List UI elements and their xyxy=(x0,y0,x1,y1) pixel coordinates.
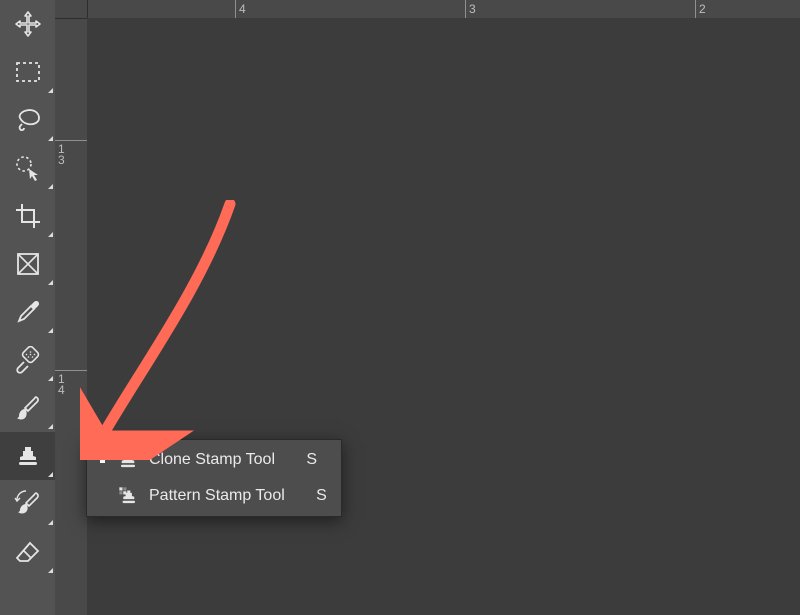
quick-selection-tool[interactable] xyxy=(0,144,56,192)
ruler-horizontal[interactable]: 4 3 2 xyxy=(55,0,800,19)
crop-tool[interactable] xyxy=(0,192,56,240)
eraser-tool[interactable] xyxy=(0,528,56,576)
clone-stamp-icon xyxy=(115,449,141,471)
flyout-item-label: Clone Stamp Tool xyxy=(149,451,275,469)
ruler-h-label: 3 xyxy=(469,2,476,16)
clone-stamp-tool[interactable] xyxy=(0,432,56,480)
ruler-vertical[interactable]: 13 14 xyxy=(55,0,88,615)
frame-tool[interactable] xyxy=(0,240,56,288)
frame-icon xyxy=(15,251,41,277)
pattern-stamp-icon xyxy=(115,485,141,507)
eyedropper-tool[interactable] xyxy=(0,288,56,336)
canvas[interactable] xyxy=(87,18,800,615)
marquee-icon xyxy=(15,61,41,83)
ruler-h-label: 4 xyxy=(239,2,246,16)
flyout-item-shortcut: S xyxy=(303,451,317,469)
spot-healing-brush-tool[interactable] xyxy=(0,336,56,384)
flyout-item-shortcut: S xyxy=(313,487,327,505)
toolbar xyxy=(0,0,56,615)
eyedropper-icon xyxy=(14,298,42,326)
eraser-icon xyxy=(14,538,42,566)
flyout-item-pattern-stamp[interactable]: Pattern Stamp Tool S xyxy=(87,478,341,514)
active-tool-indicator xyxy=(97,458,107,463)
crop-icon xyxy=(14,202,42,230)
ruler-v-label: 14 xyxy=(58,374,66,396)
lasso-icon xyxy=(14,106,42,134)
rectangular-marquee-tool[interactable] xyxy=(0,48,56,96)
quick-selection-icon xyxy=(13,153,43,183)
brush-tool[interactable] xyxy=(0,384,56,432)
history-brush-icon xyxy=(13,489,43,519)
history-brush-tool[interactable] xyxy=(0,480,56,528)
stamp-tool-flyout: Clone Stamp Tool S Pattern Stamp Tool S xyxy=(86,439,342,517)
ruler-origin[interactable] xyxy=(55,0,88,19)
ruler-v-label: 13 xyxy=(58,144,66,166)
move-icon xyxy=(14,10,42,38)
move-tool[interactable] xyxy=(0,0,56,48)
brush-icon xyxy=(14,394,42,422)
healing-brush-icon xyxy=(14,346,42,374)
ruler-h-label: 2 xyxy=(699,2,706,16)
flyout-item-label: Pattern Stamp Tool xyxy=(149,487,285,505)
clone-stamp-icon xyxy=(14,442,42,470)
lasso-tool[interactable] xyxy=(0,96,56,144)
flyout-item-clone-stamp[interactable]: Clone Stamp Tool S xyxy=(87,442,341,478)
